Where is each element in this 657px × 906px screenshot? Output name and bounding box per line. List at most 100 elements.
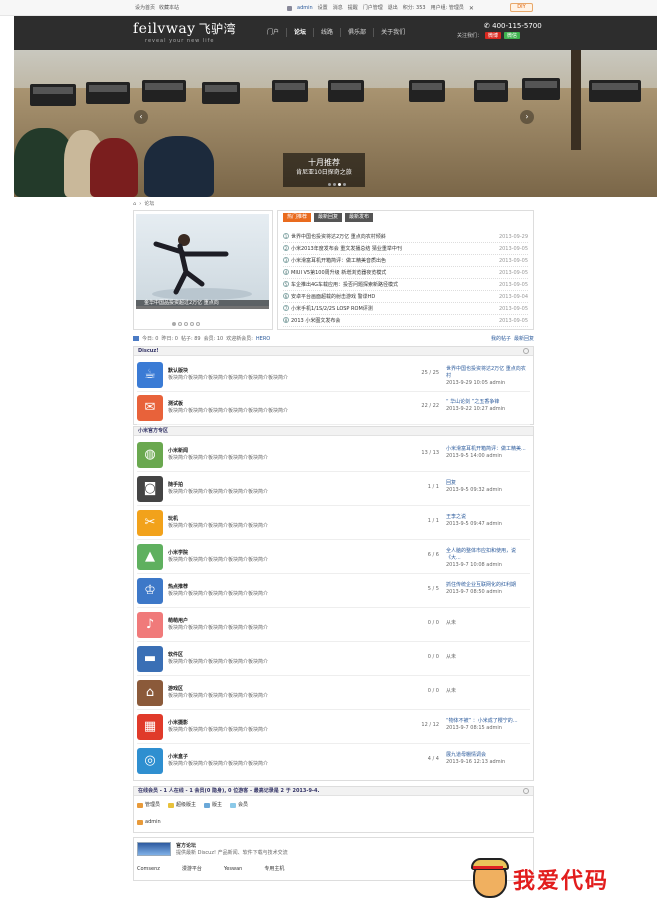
news-item[interactable]: 8 2013 小米图文发布会 2013-09-05 (283, 315, 528, 327)
home-icon[interactable]: ⌂ (133, 201, 136, 208)
last-post-title[interactable]: 回复 (446, 480, 530, 487)
nav-portal[interactable]: 门户 (260, 28, 288, 37)
slide-dot[interactable] (190, 322, 194, 326)
news-item[interactable]: 5 车企推出4G车载应用：投否问题探索新路径模式 2013-09-05 (283, 279, 528, 291)
globe-icon[interactable]: ◍ (137, 442, 163, 468)
forum-row[interactable]: ◍ 小米新闻 板块简介板块简介板块简介板块简介板块简介 13 / 13 小米滑富… (137, 438, 530, 472)
tools-icon[interactable]: ✂ (137, 510, 163, 536)
slideshow-image[interactable] (136, 214, 269, 306)
car-icon[interactable]: ▬ (137, 646, 163, 672)
forum-row[interactable]: ◎ 小米盒子 板块简介板块简介板块简介板块简介板块简介 4 / 4 展九道母棚情… (137, 744, 530, 778)
last-post-title[interactable]: “物体不被” ：小米成了樱宁的... (446, 718, 530, 725)
forum-name[interactable]: 玩机 (168, 516, 178, 523)
friend-link[interactable]: 专用主机 (264, 866, 284, 873)
official-forum-title[interactable]: 官方论坛 (176, 843, 196, 850)
notices-link[interactable]: 提醒 (348, 5, 358, 12)
settings-link[interactable]: 设置 (318, 5, 328, 12)
forum-row[interactable]: ▬ 软件区 板块简介板块简介板块简介板块简介板块简介 0 / 0 从未 (137, 642, 530, 676)
forum-row[interactable]: ⌂ 游戏区 板块简介板块简介板块简介板块简介板块简介 0 / 0 从未 (137, 676, 530, 710)
last-post-title[interactable]: 小米滑富耳机开箱简评：做工精美... (446, 446, 530, 453)
slide-dot[interactable] (172, 322, 176, 326)
banner-dot[interactable] (343, 183, 346, 186)
forum-row[interactable]: ◙ 随手拍 板块简介板块简介板块简介板块简介板块简介 1 / 1 回复 2013-… (137, 472, 530, 506)
last-post-title[interactable]: 抓住传统企业互联网化的红利期 (446, 582, 530, 589)
house-icon[interactable]: ⌂ (137, 680, 163, 706)
cup-icon[interactable]: ☕ (137, 362, 163, 388)
forum-row[interactable]: ♪ 萌萌用户 板块简介板块简介板块简介板块简介板块简介 0 / 0 从未 (137, 608, 530, 642)
news-item[interactable]: 6 安卓平台画面超载的射击游戏 警谍HD 2013-09-04 (283, 291, 528, 303)
news-title[interactable]: 车企推出4G车载应用：投否问题探索新路径模式 (291, 282, 398, 288)
news-title[interactable]: MIUI V5第100周升级 新增浏览器夜览模式 (291, 270, 386, 276)
usergroup-link[interactable]: 用户组: 管理员 (431, 5, 464, 12)
friend-link[interactable]: Comsenz (137, 866, 160, 873)
forum-name[interactable]: 小米学院 (168, 550, 188, 557)
friend-link[interactable]: 漫游平台 (182, 866, 202, 873)
chat-icon[interactable]: ✉ (137, 395, 163, 421)
picture-icon[interactable]: ▲ (137, 544, 163, 570)
slide-dot[interactable] (184, 322, 188, 326)
banner-dot[interactable] (338, 183, 341, 186)
forum-row[interactable]: ✂ 玩机 板块简介板块简介板块简介板块简介板块简介 1 / 1 王李之说 2013… (137, 506, 530, 540)
tab-hot[interactable]: 热门推荐 (283, 213, 312, 222)
building-icon[interactable]: ▦ (137, 714, 163, 740)
credits-link[interactable]: 积分: 353 (403, 5, 426, 12)
latest-replies-link[interactable]: 最新回复 (514, 336, 534, 343)
slideshow-caption[interactable]: 金华中国品投资超过2万亿 重点向 (136, 300, 269, 309)
banner-caption[interactable]: 十月推荐 肯尼亚10日探奇之旅 (283, 153, 365, 187)
news-title[interactable]: 小米手机1/1S/2/2S LOSP ROM评测 (291, 306, 373, 312)
banner-dot[interactable] (328, 183, 331, 186)
banner-dot[interactable] (333, 183, 336, 186)
news-title[interactable]: 2013 小米图文发布会 (291, 318, 340, 324)
last-post-title[interactable]: 世界中国也投资将达2万亿 重点向农村 (446, 366, 530, 380)
nav-routes[interactable]: 线路 (314, 28, 342, 37)
site-logo[interactable]: feilvway 飞驴湾 (133, 21, 236, 37)
online-user[interactable]: admin (137, 819, 161, 826)
online-header[interactable]: 在线会员 - 1 人在线 - 1 会员(0 隐身), 0 位游客 - 最高记录是… (134, 787, 533, 796)
news-item[interactable]: 7 小米手机1/1S/2/2S LOSP ROM评测 2013-09-05 (283, 303, 528, 315)
forum-row[interactable]: ▦ 小米摄影 板块简介板块简介板块简介板块简介板块简介 12 / 12 “物体不… (137, 710, 530, 744)
breadcrumb-current[interactable]: 论坛 (144, 201, 154, 208)
news-item[interactable]: 2 小米2013年度发布会 重文发播总结 猜业重举中刊 2013-09-05 (283, 243, 528, 255)
news-item[interactable]: 3 小米滑富耳机开箱简评：做工精美音质出色 2013-09-05 (283, 255, 528, 267)
forum-row[interactable]: ♔ 热点推荐 板块简介板块简介板块简介板块简介板块简介 5 / 5 抓住传统企业… (137, 574, 530, 608)
slide-dot[interactable] (196, 322, 200, 326)
messages-link[interactable]: 消息 (333, 5, 343, 12)
diy-button[interactable]: DIY (510, 3, 533, 12)
slide-dot[interactable] (178, 322, 182, 326)
forum-name[interactable]: 软件区 (168, 652, 183, 659)
forum-row[interactable]: ▲ 小米学院 板块简介板块简介板块简介板块简介板块简介 6 / 6 全人脑的整体… (137, 540, 530, 574)
forum-row[interactable]: ☕ 默认版块 板块简介板块简介板块简介板块简介板块简介板块简介 25 / 25 … (137, 358, 530, 392)
last-post-title[interactable]: 王李之说 (446, 514, 530, 521)
collapse-icon[interactable] (523, 348, 529, 354)
friend-link[interactable]: Yeswan (224, 866, 242, 873)
forum-name[interactable]: 小米摄影 (168, 720, 188, 727)
set-homepage-link[interactable]: 设为首页 (135, 5, 155, 12)
graduation-icon[interactable]: ♔ (137, 578, 163, 604)
news-title[interactable]: 小米滑富耳机开箱简评：做工精美音质出色 (291, 258, 386, 264)
section-header[interactable]: 小米官方专区 (134, 427, 533, 436)
camera-icon[interactable]: ◙ (137, 476, 163, 502)
banner-next-button[interactable]: › (520, 110, 534, 124)
last-post-title[interactable]: 全人脑的整体市应扣和使用，说《大... (446, 548, 530, 562)
banner-prev-button[interactable]: ‹ (134, 110, 148, 124)
forum-name[interactable]: 默认版块 (168, 368, 188, 375)
forum-name[interactable]: 热点推荐 (168, 584, 188, 591)
tab-latest-reply[interactable]: 最新回复 (314, 213, 343, 222)
bookmark-link[interactable]: 收藏本站 (159, 5, 179, 12)
news-title[interactable]: 小米2013年度发布会 重文发播总结 猜业重举中刊 (291, 246, 402, 252)
section-header[interactable]: Discuz! (134, 347, 533, 356)
forum-name[interactable]: 萌萌用户 (168, 618, 188, 625)
forum-name[interactable]: 游戏区 (168, 686, 183, 693)
discuz-logo[interactable] (137, 842, 171, 856)
tab-latest-post[interactable]: 最新发布 (345, 213, 374, 222)
guitar-icon[interactable]: ♪ (137, 612, 163, 638)
weixin-button[interactable]: 微信 (504, 32, 521, 39)
news-title[interactable]: 世界中国也投资将达2万亿 重点向农村倾斜 (291, 234, 386, 240)
news-item[interactable]: 1 世界中国也投资将达2万亿 重点向农村倾斜 2013-09-29 (283, 231, 528, 243)
forum-name[interactable]: 小米盒子 (168, 754, 188, 761)
news-item[interactable]: 4 MIUI V5第100周升级 新增浏览器夜览模式 2013-09-05 (283, 267, 528, 279)
newest-member-link[interactable]: HERO (256, 336, 270, 343)
forum-name[interactable]: 随手拍 (168, 482, 183, 489)
forum-name[interactable]: 小米新闻 (168, 448, 188, 455)
online-username[interactable]: admin (145, 819, 161, 826)
